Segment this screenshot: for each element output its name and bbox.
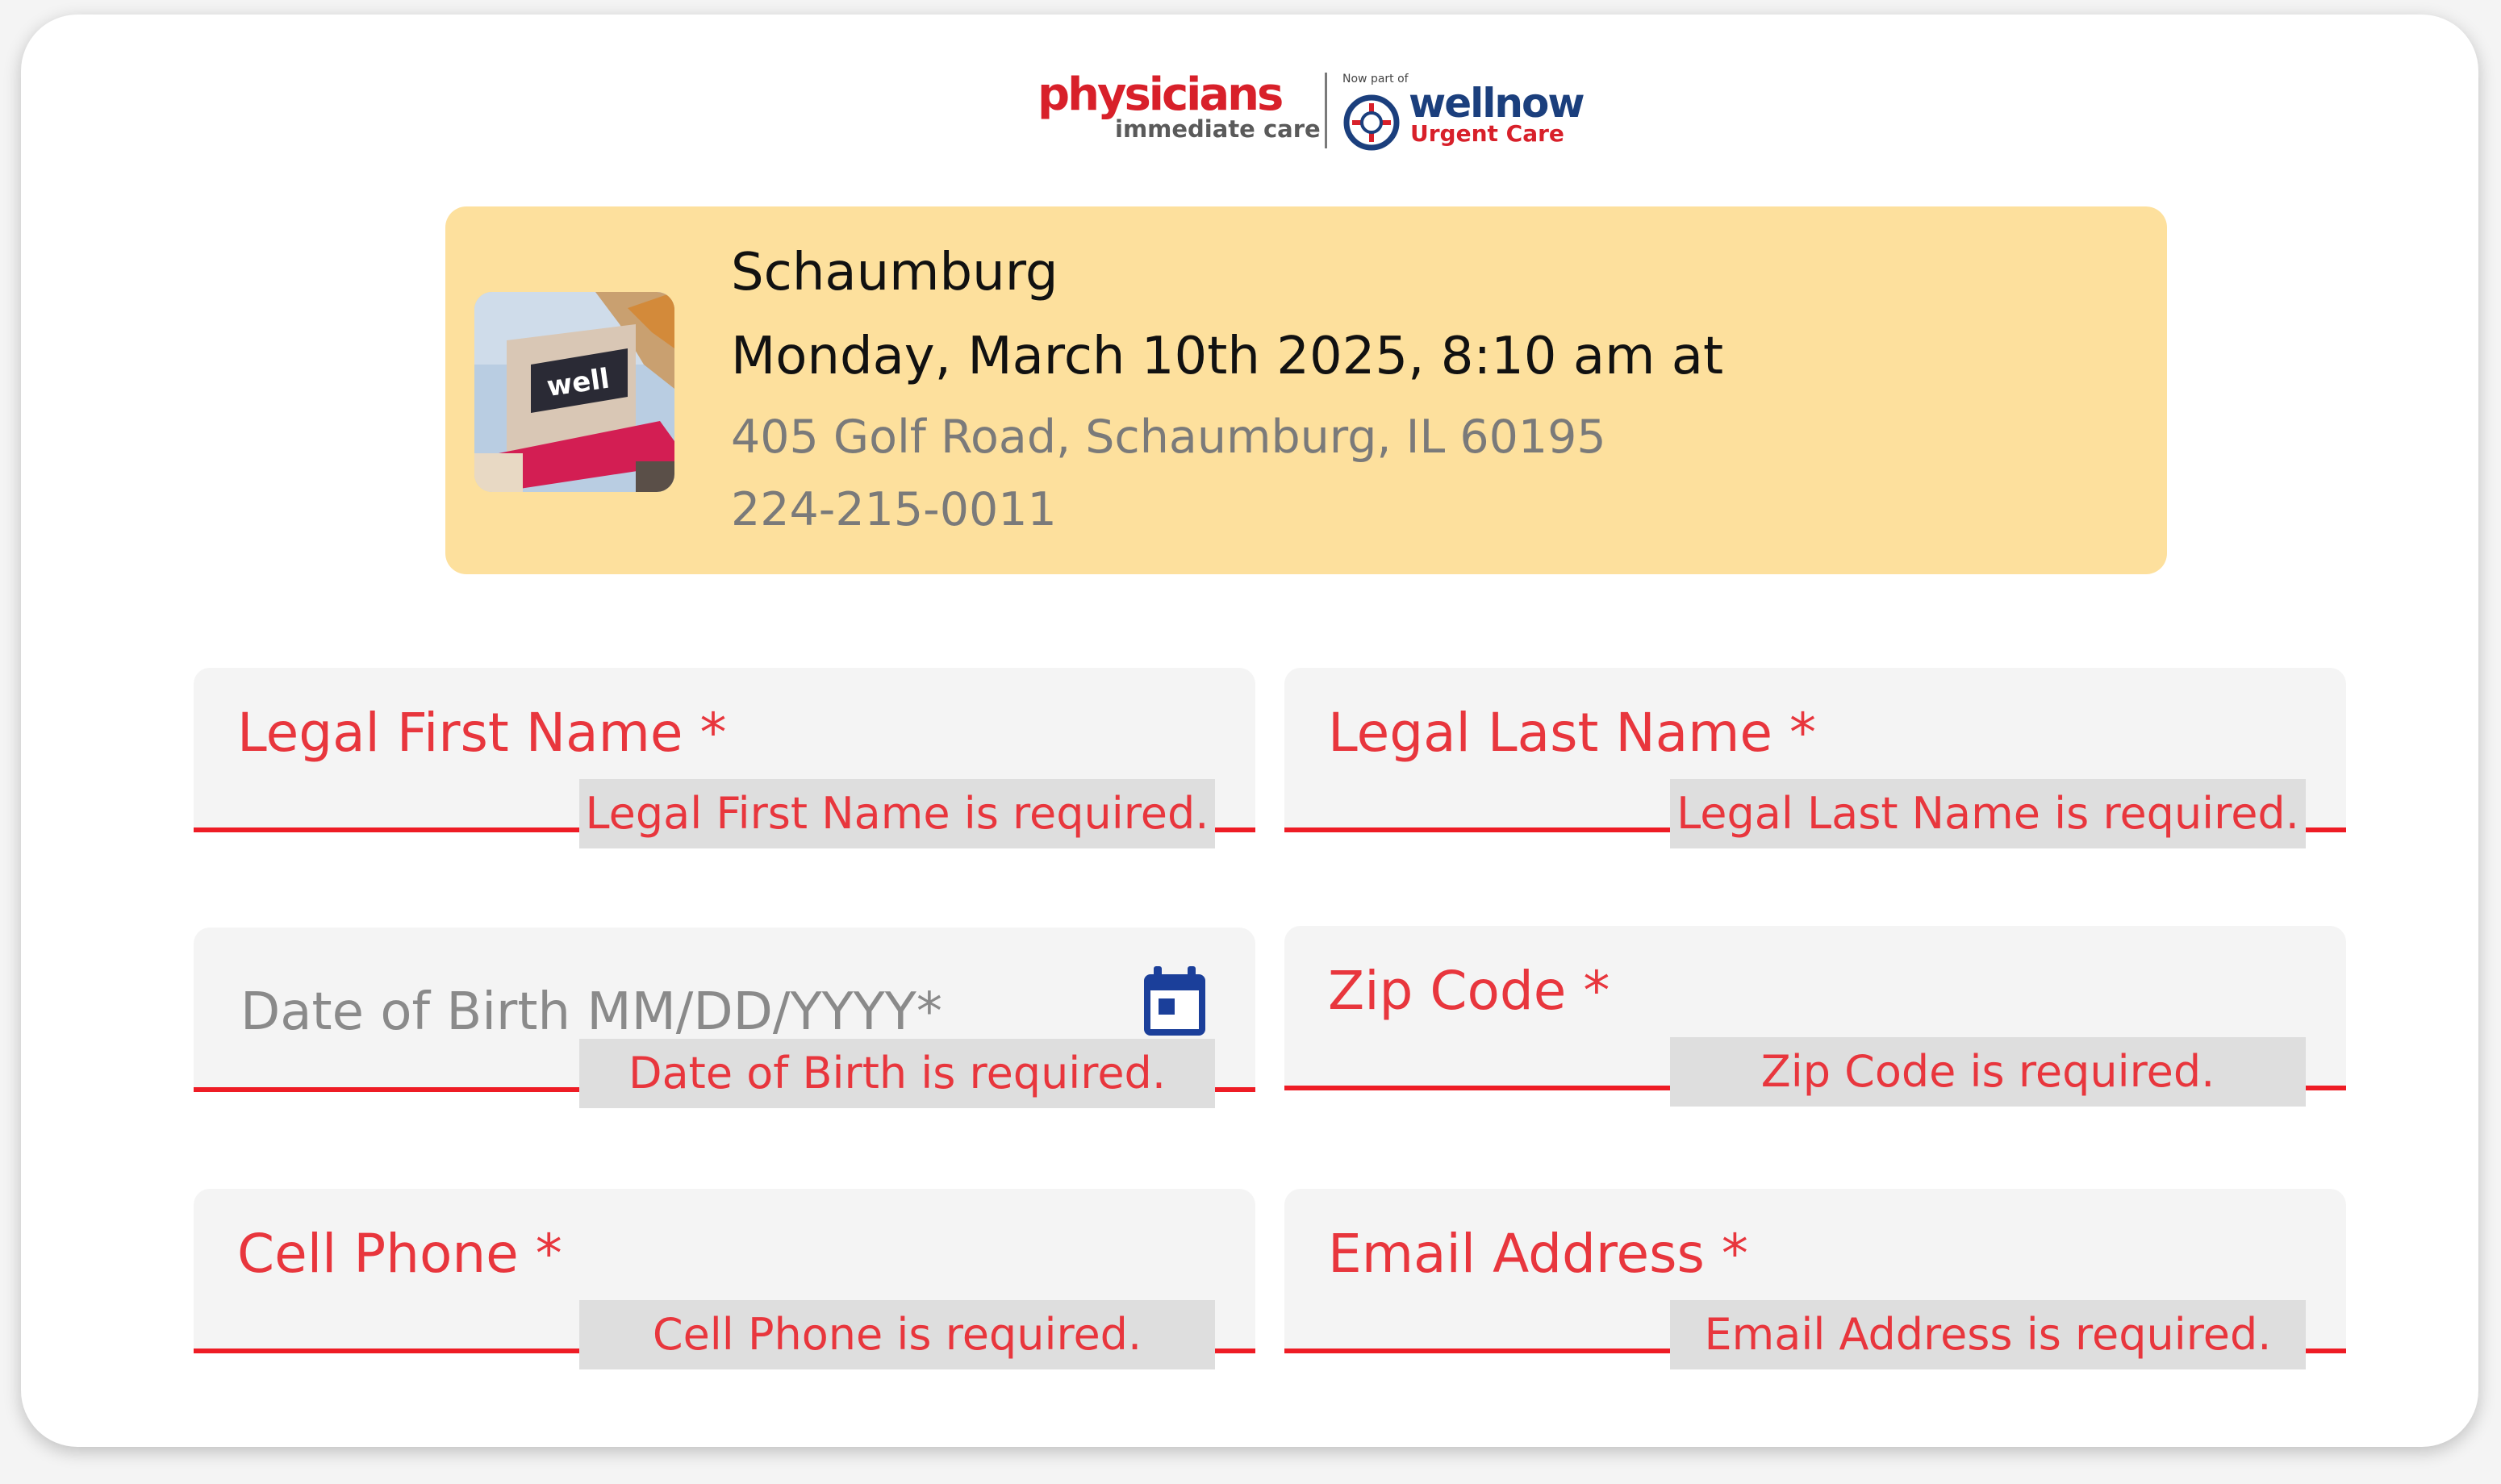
email-address-field[interactable]: Email Address * Email Address is require… bbox=[1284, 1189, 2346, 1369]
last-name-label: Legal Last Name * bbox=[1328, 702, 1817, 764]
logo-divider bbox=[1325, 73, 1327, 148]
first-name-field[interactable]: Legal First Name * Legal First Name is r… bbox=[194, 668, 1255, 848]
date-of-birth-field[interactable]: Date of Birth MM/DD/YYYY* Date of Birth … bbox=[194, 928, 1255, 1108]
date-of-birth-error: Date of Birth is required. bbox=[579, 1039, 1215, 1108]
brand-logo: physicians immediate care Now part of we… bbox=[1038, 71, 1594, 160]
last-name-error: Legal Last Name is required. bbox=[1670, 779, 2306, 848]
location-phone: 224-215-0011 bbox=[731, 483, 1057, 536]
logo-physicians-text: physicians bbox=[1038, 69, 1284, 121]
booking-card: physicians immediate care Now part of we… bbox=[21, 15, 2478, 1447]
first-name-error: Legal First Name is required. bbox=[579, 779, 1215, 848]
location-address: 405 Golf Road, Schaumburg, IL 60195 bbox=[731, 411, 1606, 464]
email-address-label: Email Address * bbox=[1328, 1223, 1748, 1285]
location-city: Schaumburg bbox=[731, 243, 1058, 302]
zip-code-label: Zip Code * bbox=[1328, 960, 1610, 1022]
calendar-icon[interactable] bbox=[1141, 966, 1209, 1039]
logo-urgent-care-text: Urgent Care bbox=[1410, 120, 1564, 147]
appointment-datetime: Monday, March 10th 2025, 8:10 am at bbox=[731, 327, 1724, 386]
zip-code-error: Zip Code is required. bbox=[1670, 1037, 2306, 1107]
wellnow-logo-icon bbox=[1343, 94, 1400, 151]
cell-phone-error: Cell Phone is required. bbox=[579, 1300, 1215, 1369]
first-name-label: Legal First Name * bbox=[237, 702, 727, 764]
email-address-error: Email Address is required. bbox=[1670, 1300, 2306, 1369]
logo-now-part-of-text: Now part of bbox=[1342, 73, 1409, 85]
last-name-field[interactable]: Legal Last Name * Legal Last Name is req… bbox=[1284, 668, 2346, 848]
cell-phone-field[interactable]: Cell Phone * Cell Phone is required. bbox=[194, 1189, 1255, 1369]
cell-phone-label: Cell Phone * bbox=[237, 1223, 562, 1285]
zip-code-field[interactable]: Zip Code * Zip Code is required. bbox=[1284, 926, 2346, 1107]
date-of-birth-placeholder: Date of Birth MM/DD/YYYY* bbox=[240, 982, 942, 1042]
clinic-photo: well bbox=[474, 292, 674, 492]
logo-immediate-care-text: immediate care bbox=[1115, 115, 1321, 143]
logo-wellnow-text: wellnow bbox=[1409, 80, 1585, 127]
location-card: well Schaumburg Monday, March 10th 2025,… bbox=[445, 206, 2167, 574]
